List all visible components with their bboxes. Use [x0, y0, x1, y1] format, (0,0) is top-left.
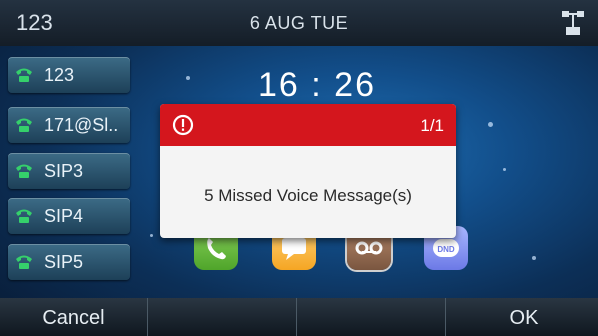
network-icon	[560, 9, 586, 37]
phone-screen: 123 6 AUG TUE 123 171@Sl.. SIP3 SIP4 SIP…	[0, 0, 598, 336]
line-key-label: 123	[44, 65, 75, 85]
background-sparkle	[488, 122, 493, 127]
line-key-5[interactable]: SIP5	[8, 244, 130, 280]
line-key-3[interactable]: SIP3	[8, 153, 130, 189]
line-key-label: 171@Sl..	[44, 115, 119, 135]
line-key-2[interactable]: 171@Sl..	[8, 107, 130, 143]
missed-voicemail-dialog: 1/1 5 Missed Voice Message(s)	[160, 104, 456, 238]
line-key-1[interactable]: 123	[8, 57, 130, 93]
date-label: 6 AUG TUE	[249, 13, 349, 33]
clock-time: 16 : 26	[258, 66, 376, 104]
phone-icon	[14, 116, 34, 134]
softkey-2[interactable]	[149, 298, 297, 336]
line-key-label: SIP4	[44, 206, 84, 226]
softkey-3[interactable]	[298, 298, 446, 336]
ok-softkey[interactable]: OK	[450, 298, 598, 336]
cancel-softkey[interactable]: Cancel	[0, 298, 148, 336]
line-key-label: SIP3	[44, 161, 84, 181]
phone-icon	[14, 66, 34, 84]
dialog-header: 1/1	[160, 104, 456, 146]
dnd-label: DND	[437, 245, 455, 254]
status-bar: 123 6 AUG TUE	[0, 0, 598, 46]
phone-icon	[14, 207, 34, 225]
background-sparkle	[150, 234, 153, 237]
softkey-bar: Cancel OK	[0, 298, 598, 336]
alert-icon	[172, 114, 194, 136]
line-key-label: SIP5	[44, 252, 84, 272]
line-key-4[interactable]: SIP4	[8, 198, 130, 234]
background-sparkle	[186, 76, 190, 80]
background-sparkle	[532, 256, 536, 260]
phone-icon	[14, 253, 34, 271]
message-counter: 1/1	[420, 116, 444, 135]
background-sparkle	[503, 168, 506, 171]
dialog-message: 5 Missed Voice Message(s)	[204, 186, 412, 205]
phone-icon	[14, 162, 34, 180]
